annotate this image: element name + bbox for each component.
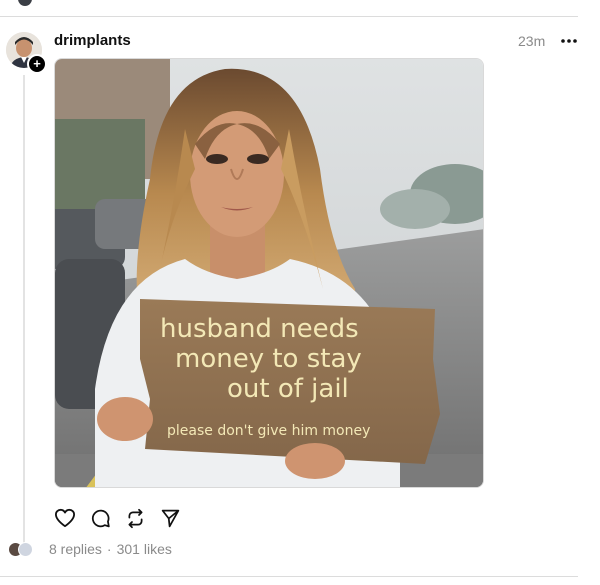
username[interactable]: drimplants (54, 32, 131, 49)
stats-separator: · (106, 541, 112, 557)
post-stats: 8 replies · 301 likes (8, 540, 172, 558)
more-options-button[interactable] (559, 29, 579, 49)
send-icon (161, 509, 179, 527)
sign-line-2: money to stay (175, 344, 362, 374)
plus-icon: + (33, 56, 41, 71)
sign-line-1: husband needs (160, 314, 359, 344)
share-button[interactable] (159, 507, 181, 529)
heart-icon (55, 508, 75, 528)
previous-post-avatar (18, 0, 32, 6)
photo-woman-holding-sign: husband needs money to stay out of jail … (55, 59, 483, 487)
sign-line-4: please don't give him money (167, 423, 370, 439)
reply-button[interactable] (89, 507, 111, 529)
timestamp[interactable]: 23m (518, 33, 545, 49)
comment-icon (91, 509, 110, 527)
post-image[interactable]: husband needs money to stay out of jail … (54, 58, 484, 488)
repost-button[interactable] (124, 507, 146, 529)
likes-count-link[interactable]: 301 likes (117, 541, 172, 557)
replier-avatar (18, 541, 33, 557)
post-divider-bottom (0, 576, 578, 577)
thread-post: + drimplants 23m husband needs money to … (0, 17, 600, 576)
thread-line (23, 75, 25, 543)
like-button[interactable] (54, 507, 76, 529)
stats-text: 8 replies · 301 likes (49, 541, 172, 557)
sign-line-3: out of jail (227, 374, 349, 404)
post-actions (54, 507, 181, 529)
replies-count-link[interactable]: 8 replies (49, 541, 102, 557)
follow-button[interactable]: + (27, 54, 47, 74)
repost-icon (128, 508, 142, 528)
ellipsis-icon (561, 39, 577, 43)
